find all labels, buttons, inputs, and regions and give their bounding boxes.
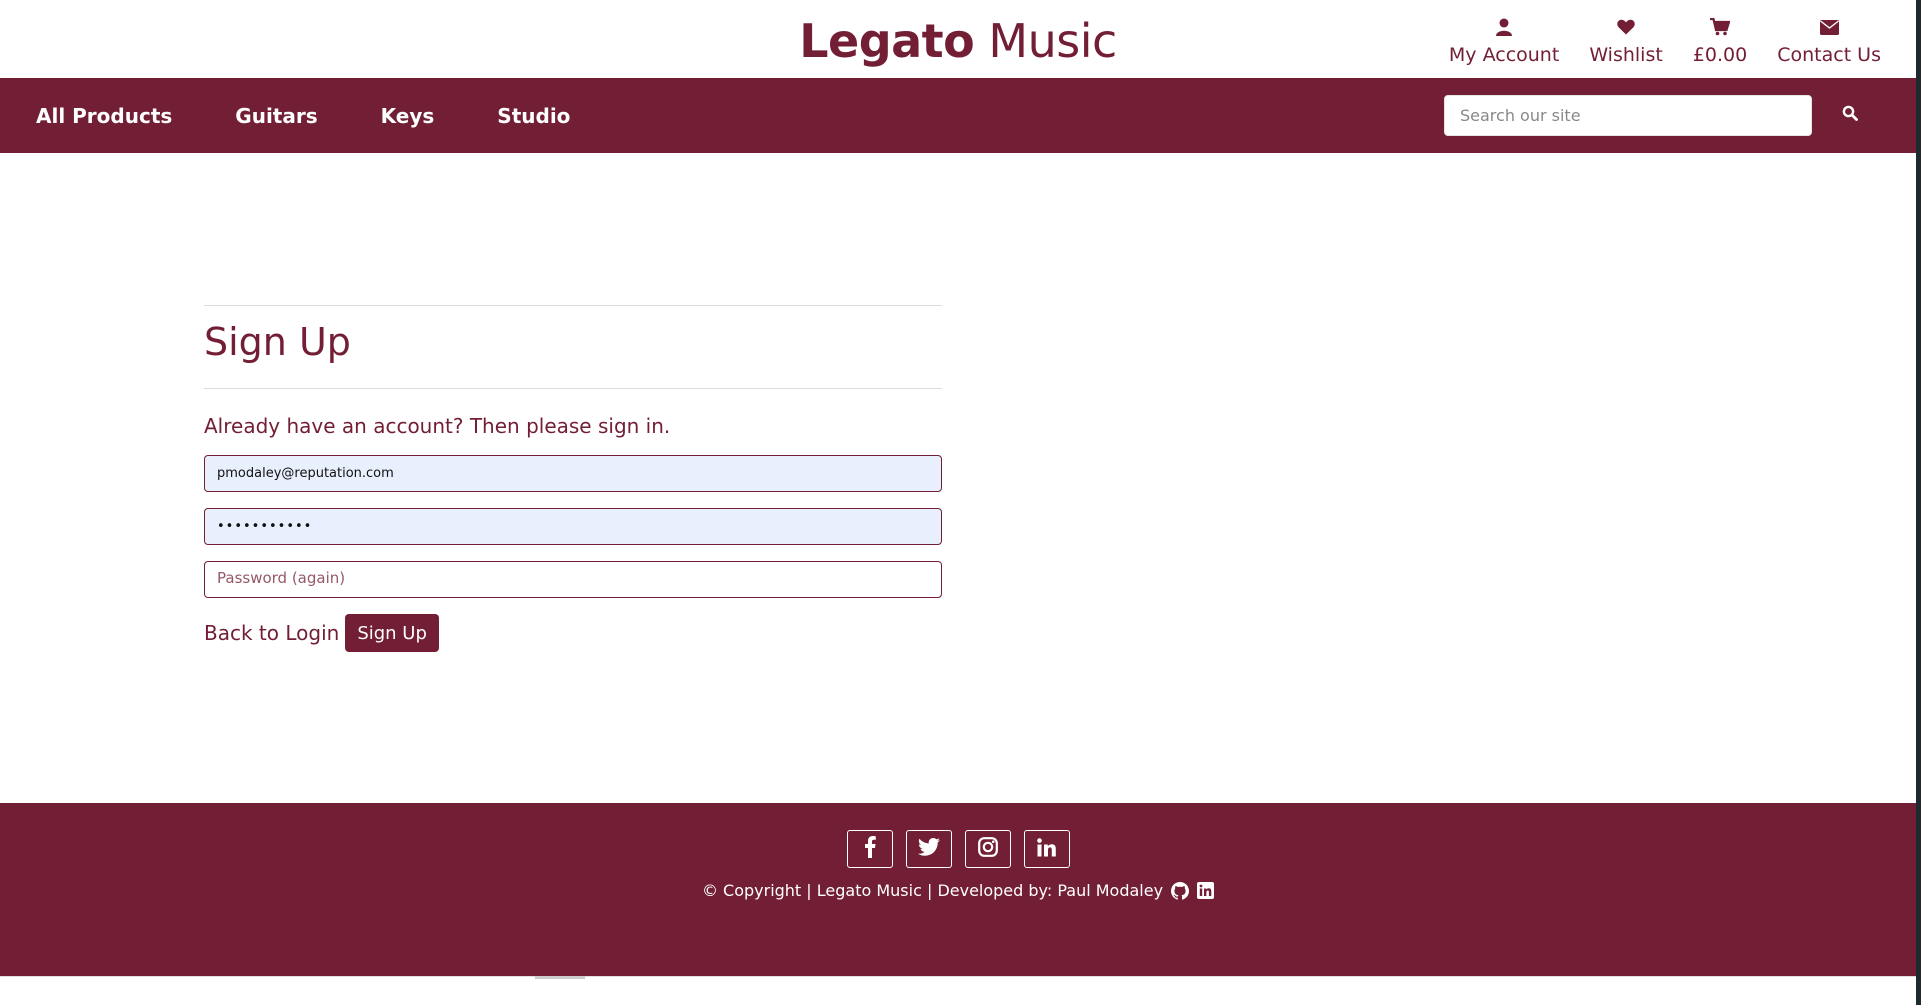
page-title: Sign Up <box>204 320 351 364</box>
heart-icon <box>1617 14 1635 40</box>
cart-link[interactable]: £0.00 <box>1678 14 1762 66</box>
cart-icon <box>1710 14 1731 40</box>
nav-item-studio[interactable]: Studio <box>497 104 570 128</box>
nav-item-keys[interactable]: Keys <box>381 104 435 128</box>
divider-bottom <box>204 388 942 389</box>
password-again-field[interactable] <box>204 561 942 598</box>
contact-us-link[interactable]: Contact Us <box>1762 14 1896 66</box>
instagram-link[interactable] <box>964 830 1011 868</box>
brand-part1: Legato <box>799 14 975 68</box>
user-icon <box>1496 14 1513 40</box>
signin-prompt[interactable]: Already have an account? Then please sig… <box>204 414 942 438</box>
copyright-line: © Copyright | Legato Music | Developed b… <box>0 881 1916 900</box>
wishlist-link[interactable]: Wishlist <box>1574 14 1678 66</box>
cart-total-label: £0.00 <box>1692 44 1748 66</box>
search-input[interactable] <box>1444 95 1812 136</box>
form-actions: Back to Login Sign Up <box>204 614 942 652</box>
account-links: My Account Wishlist £0.00 Contact Us <box>1434 14 1896 66</box>
horizontal-scrollbar[interactable] <box>535 976 585 979</box>
site-footer: © Copyright | Legato Music | Developed b… <box>0 803 1916 976</box>
nav-menu: All Products Guitars Keys Studio <box>36 78 570 153</box>
signup-section: Sign Up Already have an account? Then pl… <box>204 305 942 652</box>
envelope-icon <box>1819 14 1839 40</box>
linkedin-link[interactable] <box>1023 830 1070 868</box>
search-button[interactable] <box>1830 100 1870 130</box>
linkedin-square-icon[interactable] <box>1197 882 1215 899</box>
nav-item-all-products[interactable]: All Products <box>36 104 172 128</box>
twitter-link[interactable] <box>905 830 952 868</box>
bottom-strip <box>0 976 1916 1005</box>
site-header: Legato Music My Account Wishlist £0.00 C… <box>0 0 1916 78</box>
sign-up-button[interactable]: Sign Up <box>345 614 439 652</box>
back-to-login-link[interactable]: Back to Login <box>204 621 339 645</box>
facebook-link[interactable] <box>846 830 893 868</box>
twitter-icon <box>917 838 940 860</box>
copyright-text: © Copyright | Legato Music | Developed b… <box>701 881 1164 900</box>
email-field[interactable] <box>204 455 942 492</box>
contact-us-label: Contact Us <box>1777 44 1881 66</box>
brand-part2: Music <box>988 14 1117 68</box>
window-edge <box>1916 0 1921 1005</box>
wishlist-label: Wishlist <box>1589 44 1663 66</box>
password-field[interactable] <box>204 508 942 545</box>
instagram-icon <box>977 837 998 861</box>
nav-item-guitars[interactable]: Guitars <box>235 104 317 128</box>
facebook-icon <box>864 836 876 862</box>
github-icon[interactable] <box>1171 881 1190 900</box>
linkedin-icon <box>1037 837 1056 861</box>
social-links <box>0 830 1916 868</box>
my-account-label: My Account <box>1448 44 1560 66</box>
search-icon <box>1842 105 1858 125</box>
my-account-link[interactable]: My Account <box>1434 14 1574 66</box>
